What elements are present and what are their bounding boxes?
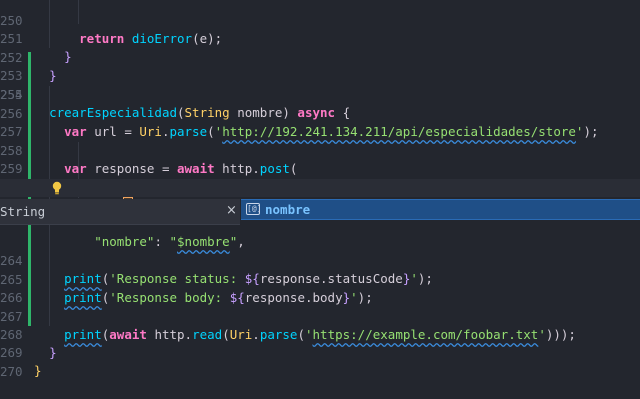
code-line[interactable]: 253 — [0, 49, 640, 83]
type-hover-popup: String × — [0, 199, 240, 225]
variable-icon: [@] — [246, 203, 262, 215]
code-line[interactable]: 251 } — [0, 12, 640, 64]
code-line[interactable]: 260 body: { — [0, 161, 640, 214]
code-line[interactable]: 269 } — [0, 326, 640, 378]
autocomplete-suggestion[interactable]: [@] nombre — [241, 199, 640, 220]
code-line[interactable]: 255 crearEspecialidad(String nombre) asy… — [0, 68, 640, 120]
code-line[interactable]: 257 — [0, 105, 640, 139]
hover-type-text: String — [0, 204, 46, 219]
code-line[interactable]: 267 print(await http.read(Uri.parse('htt… — [0, 290, 640, 342]
line-code[interactable]: } — [34, 362, 42, 380]
code-line[interactable]: 259 url, — [0, 142, 640, 194]
code-line[interactable]: 252 } — [0, 31, 640, 83]
code-line[interactable]: 258 var response = await http.post( — [0, 124, 640, 176]
code-line[interactable]: 268 } — [0, 308, 640, 360]
code-line[interactable]: 256 var url = Uri.parse('http://192.241.… — [0, 87, 640, 139]
code-line[interactable]: 270 — [0, 345, 640, 379]
close-icon[interactable]: × — [226, 203, 237, 218]
code-line[interactable]: 264 print('Response status: ${response.s… — [0, 234, 640, 286]
code-line[interactable]: 266 — [0, 271, 640, 305]
code-line[interactable]: 250 return dioError(e); — [0, 0, 640, 46]
code-line-current[interactable]: 261 "nombre": "$nombre", — [0, 179, 640, 249]
code-editor[interactable]: 250 return dioError(e); 251 } 252 } 253 … — [0, 0, 640, 379]
line-number: 270 — [0, 364, 23, 379]
code-line[interactable]: 265 print('Response body: ${response.bod… — [0, 253, 640, 305]
suggestion-label: nombre — [265, 202, 311, 217]
lightbulb-icon[interactable] — [52, 181, 62, 195]
